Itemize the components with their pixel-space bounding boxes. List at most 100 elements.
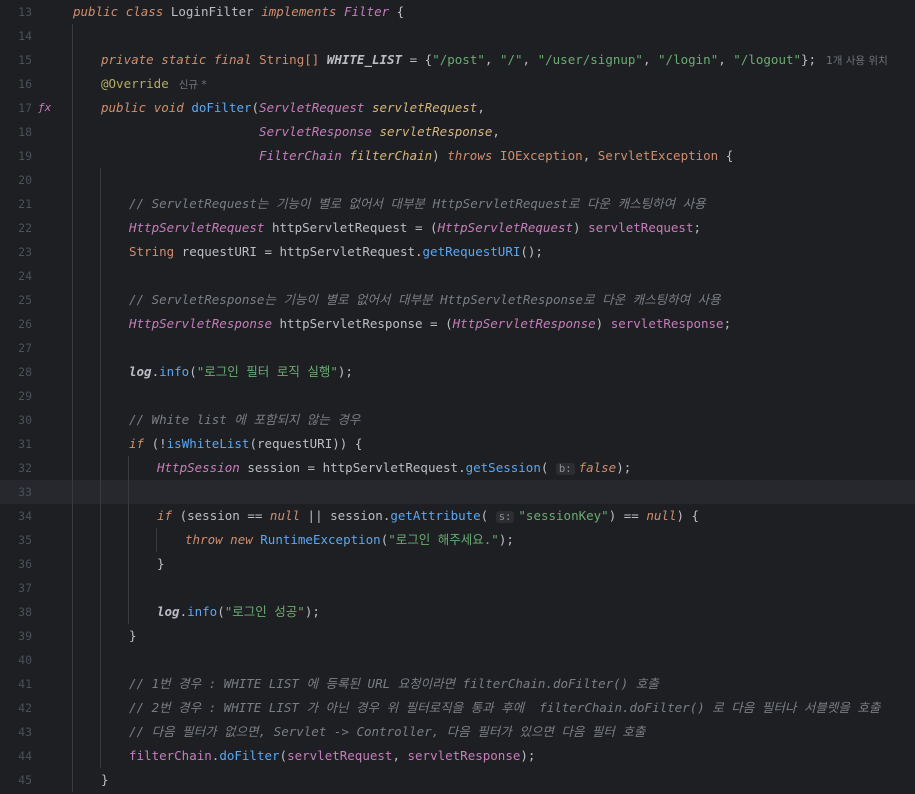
code-line[interactable]: 31 if (!isWhiteList(requestURI)) { <box>0 432 915 456</box>
code-line[interactable]: 30 // White list 에 포함되지 않는 경우 <box>0 408 915 432</box>
code-token: = { <box>402 52 433 67</box>
code-token: requestURI <box>256 436 333 451</box>
code-token: log <box>157 604 180 619</box>
code-line[interactable]: 19 FilterChain filterChain) throws IOExc… <box>0 144 915 168</box>
code-token: // ServletResponse는 기능이 별로 없어서 대부분 HttpS… <box>129 292 721 307</box>
code-line[interactable]: 21 // ServletRequest는 기능이 별로 없어서 대부분 Http… <box>0 192 915 216</box>
code-token: ServletException <box>597 148 719 163</box>
code-token: Filter <box>343 4 390 19</box>
code-token: HttpServletResponse <box>452 316 596 331</box>
code-line[interactable]: 33 <box>0 480 915 504</box>
code-token: // ServletRequest는 기능이 별로 없어서 대부분 HttpSe… <box>129 196 706 211</box>
code-line[interactable]: 18 ServletResponse servletResponse, <box>0 120 915 144</box>
code-token: "/logout" <box>733 52 802 67</box>
line-number: 31 <box>18 437 32 451</box>
code-line[interactable]: 28 log.info("로그인 필터 로직 실행"); <box>0 360 915 384</box>
code-token: { <box>691 508 700 523</box>
implements-method-icon[interactable]: ƒx <box>38 96 51 120</box>
code-text: HttpSession session = httpServletRequest… <box>157 460 632 475</box>
line-number: 38 <box>18 605 32 619</box>
code-line[interactable]: 24 <box>0 264 915 288</box>
code-line[interactable]: 32 HttpSession session = httpServletReque… <box>0 456 915 480</box>
code-token: session <box>330 508 383 523</box>
code-text: private static final String[] WHITE_LIST… <box>101 52 888 67</box>
code-token: HttpServletResponse <box>129 316 272 331</box>
code-token: "/post" <box>432 52 485 67</box>
line-number: 27 <box>18 341 32 355</box>
code-token: session <box>187 508 240 523</box>
code-token: HttpServletRequest <box>129 220 265 235</box>
code-token: servletResponse <box>379 124 493 139</box>
code-line[interactable]: 43 // 다음 필터가 없으면, Servlet -> Controller, … <box>0 720 915 744</box>
code-editor[interactable]: 13 public class LoginFilter implements Fi… <box>0 0 915 794</box>
code-token: // White list 에 포함되지 않는 경우 <box>129 412 361 427</box>
line-number: 37 <box>18 581 32 595</box>
code-text: // ServletResponse는 기능이 별로 없어서 대부분 HttpS… <box>129 288 721 312</box>
code-line[interactable]: 29 <box>0 384 915 408</box>
code-token: class <box>125 4 164 19</box>
indent-guide <box>128 456 129 624</box>
code-token: RuntimeException <box>260 532 381 547</box>
code-line[interactable]: 20 <box>0 168 915 192</box>
code-token: ServletResponse <box>259 124 372 139</box>
line-number: 29 <box>18 389 32 403</box>
usages-hint[interactable]: 1개 사용 위치 <box>826 55 888 67</box>
code-text: if (session == null || session.getAttrib… <box>157 508 700 523</box>
code-line[interactable]: 38 log.info("로그인 성공"); <box>0 600 915 624</box>
line-number: 16 <box>18 77 32 91</box>
code-line[interactable]: 42 // 2번 경우 : WHITE LIST 가 아닌 경우 위 필터로직을 … <box>0 696 915 720</box>
code-line[interactable]: 36} <box>0 552 915 576</box>
code-token: filterChain <box>349 148 433 163</box>
line-number: 15 <box>18 53 32 67</box>
line-number: 39 <box>18 629 32 643</box>
code-token: private <box>101 52 154 67</box>
line-number: 28 <box>18 365 32 379</box>
code-line[interactable]: 22 HttpServletRequest httpServletRequest … <box>0 216 915 240</box>
indent-guide <box>100 168 101 768</box>
code-token: isWhiteList <box>166 436 250 451</box>
code-line[interactable]: 39} <box>0 624 915 648</box>
code-line[interactable]: 25 // ServletResponse는 기능이 별로 없어서 대부분 Htt… <box>0 288 915 312</box>
code-token: WHITE_LIST <box>326 52 403 67</box>
code-token: } <box>129 628 137 643</box>
code-token: { <box>725 148 734 163</box>
code-line[interactable]: 15 private static final String[] WHITE_LI… <box>0 48 915 72</box>
code-line[interactable]: 27 <box>0 336 915 360</box>
code-line[interactable]: 41 // 1번 경우 : WHITE LIST 에 등록된 URL 요청이라면 … <box>0 672 915 696</box>
code-token: "로그인 해주세요." <box>388 532 499 547</box>
code-line[interactable]: 45} <box>0 768 915 792</box>
code-token: throw <box>185 532 223 547</box>
code-line[interactable]: 13 public class LoginFilter implements Fi… <box>0 0 915 24</box>
code-token: }; <box>801 52 817 67</box>
code-text: public class LoginFilter implements Filt… <box>73 0 404 24</box>
code-line[interactable]: 37 <box>0 576 915 600</box>
code-token: servletRequest <box>588 220 694 235</box>
new-tag[interactable]: 신규 * <box>179 79 207 91</box>
code-token: implements <box>261 4 337 19</box>
code-line[interactable]: 26 HttpServletResponse httpServletRespons… <box>0 312 915 336</box>
line-number: 19 <box>18 149 32 163</box>
code-token: log <box>129 364 152 379</box>
indent-guide <box>156 528 157 552</box>
code-line[interactable]: 17 ƒx public void doFilter(ServletRequest … <box>0 96 915 120</box>
code-line[interactable]: 35 throw new RuntimeException("로그인 해주세요."… <box>0 528 915 552</box>
code-line[interactable]: 40 <box>0 648 915 672</box>
code-line[interactable]: 34 if (session == null || session.getAttr… <box>0 504 915 528</box>
code-token: HttpServletRequest <box>437 220 574 235</box>
code-token: servletRequest <box>371 100 478 115</box>
code-token: HttpSession <box>157 460 240 475</box>
code-line[interactable]: 23 String requestURI = httpServletRequest… <box>0 240 915 264</box>
code-token: servletResponse <box>407 748 521 763</box>
code-text: FilterChain filterChain) throws IOExcept… <box>259 148 734 163</box>
code-line[interactable]: 44 filterChain.doFilter(servletRequest, s… <box>0 744 915 768</box>
code-token: servletRequest <box>287 748 393 763</box>
code-token: @Override <box>101 76 169 91</box>
line-number: 25 <box>18 293 32 307</box>
code-token: { <box>354 436 363 451</box>
code-line[interactable]: 14 <box>0 24 915 48</box>
code-token: "/" <box>499 52 523 67</box>
code-line[interactable]: 16 @Override 신규 * <box>0 72 915 96</box>
code-token: "sessionKey" <box>518 508 609 523</box>
code-token: getAttribute <box>390 508 481 523</box>
code-token: void <box>153 100 184 115</box>
